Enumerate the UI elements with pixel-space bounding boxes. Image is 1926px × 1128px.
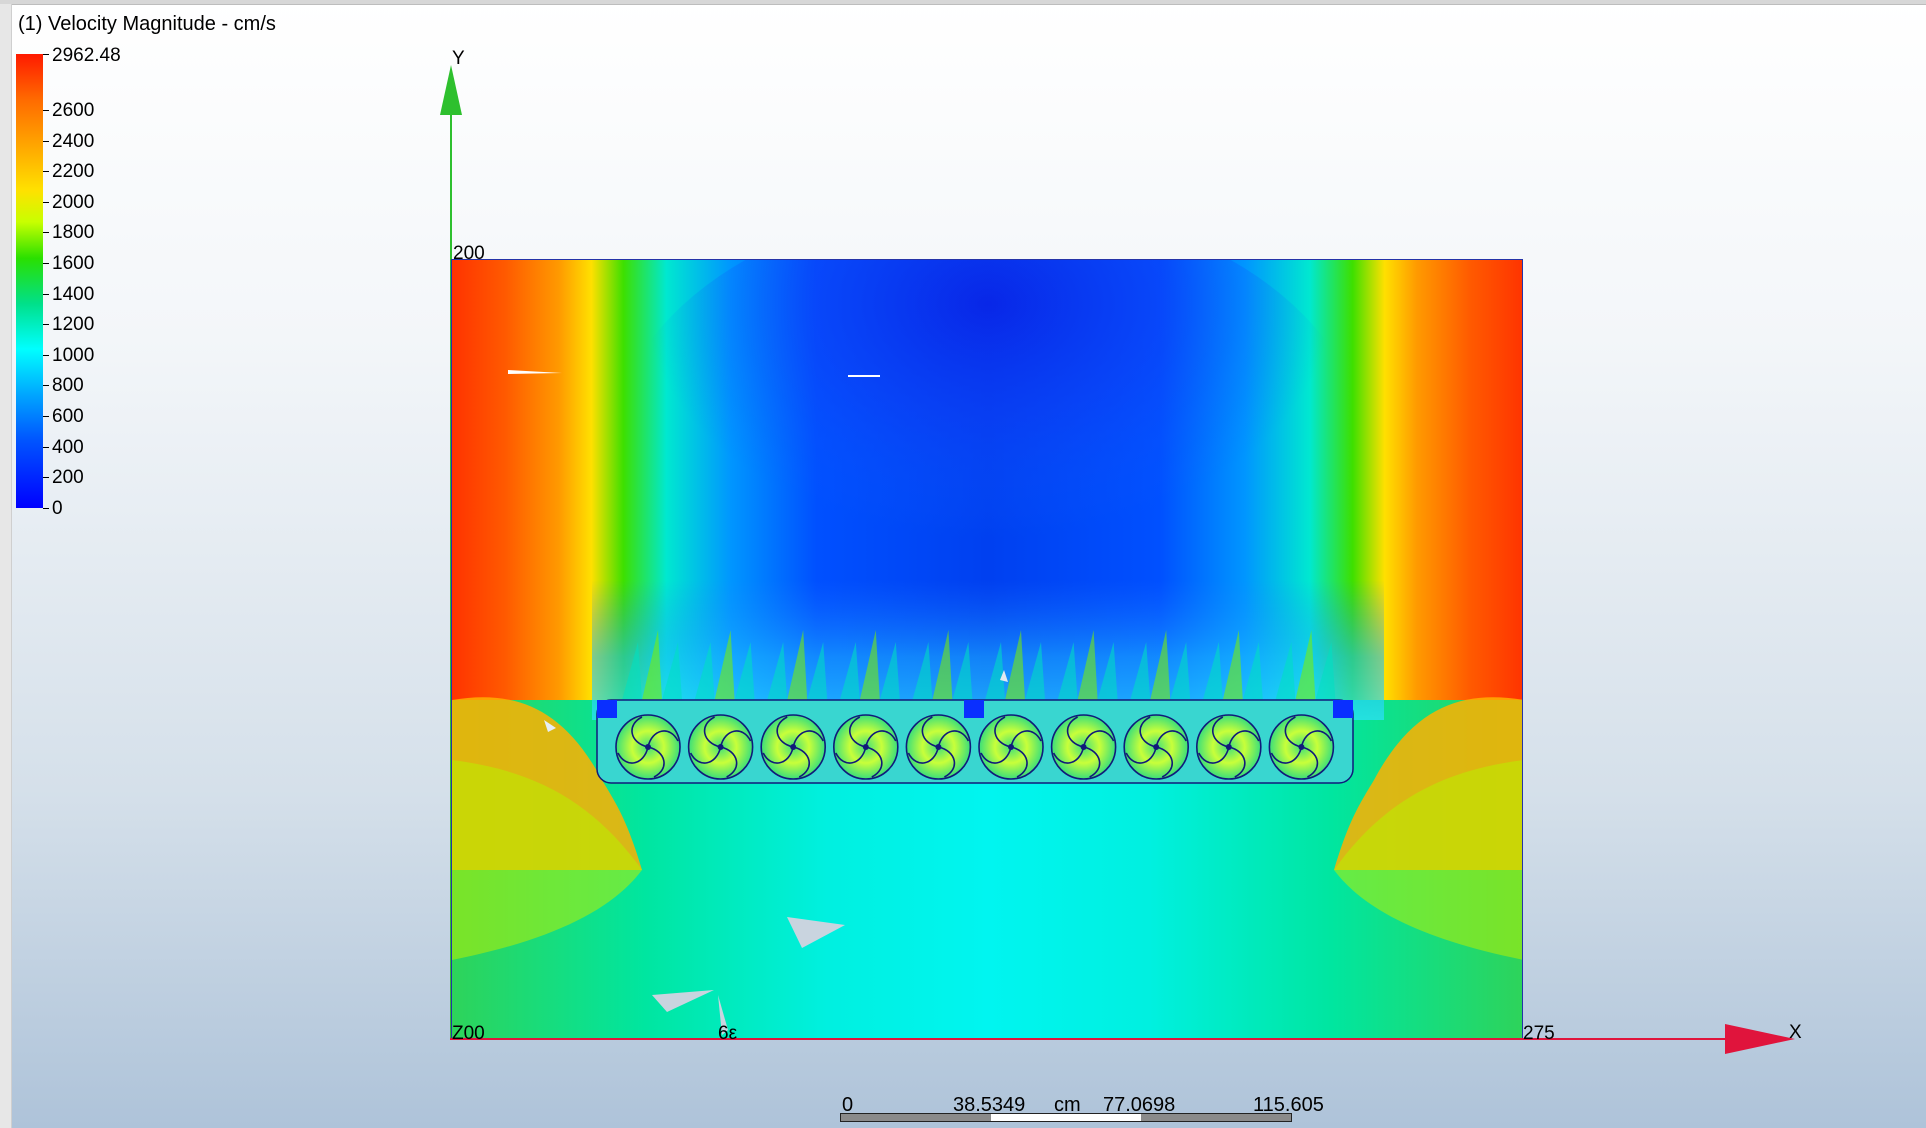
scale-label-2: 77.0698 [1103, 1094, 1176, 1116]
legend-label: 600 [52, 406, 84, 427]
window-top-border [0, 0, 1926, 5]
rotor [1123, 714, 1190, 780]
x-axis [450, 1024, 1795, 1054]
rotor [687, 714, 754, 780]
legend-tick [43, 171, 49, 173]
scale-unit-label: cm [1054, 1094, 1081, 1116]
rotor [760, 714, 827, 780]
legend-label: 1800 [52, 222, 95, 244]
legend-tick [43, 385, 49, 387]
x-axis-right-tick: 275 [1523, 1023, 1555, 1044]
rotor [978, 714, 1044, 780]
legend-tick [43, 263, 49, 264]
color-legend-bar [16, 54, 43, 508]
legend-tick [43, 201, 49, 203]
legend-tick [43, 293, 49, 295]
legend-label: 1600 [52, 253, 95, 274]
rotor [905, 714, 972, 780]
y-axis-label: Y [452, 48, 465, 69]
legend-max-label: 2962.48 [52, 45, 121, 66]
rotor [1268, 714, 1335, 780]
legend-label: 800 [52, 375, 84, 397]
legend-label: 400 [52, 436, 84, 458]
legend-tick [43, 54, 49, 55]
legend-tick [43, 354, 49, 356]
rotor [615, 714, 681, 780]
scale-label-0: 0 [842, 1094, 854, 1116]
x-axis-mid-tick: 6ε [718, 1023, 738, 1044]
legend-label: 2000 [52, 191, 95, 213]
velocity-contour-plot[interactable] [451, 259, 1523, 1039]
rotor [832, 714, 899, 780]
legend-tick [43, 477, 49, 479]
legend-tick [43, 324, 49, 326]
legend-label: 2200 [52, 161, 95, 183]
legend-tick [43, 446, 49, 448]
x-axis-label: X [1789, 1022, 1802, 1043]
legend-tick [43, 232, 49, 234]
scale-label-1: 38.5349 [953, 1094, 1026, 1116]
scale-bar [840, 1113, 1292, 1122]
rotor [1050, 714, 1117, 780]
legend-label: 2400 [52, 130, 95, 152]
legend-label: 1200 [52, 314, 95, 336]
legend-label: 1000 [52, 344, 95, 366]
legend-label: 200 [52, 467, 84, 489]
rotor [1195, 714, 1262, 780]
scale-label-3: 115.605 [1253, 1094, 1324, 1116]
legend-label: 2600 [52, 100, 95, 121]
plot-title: (1) Velocity Magnitude - cm/s [18, 13, 276, 35]
legend-tick [43, 416, 49, 417]
legend-tick [43, 140, 49, 142]
legend-label: 1400 [52, 283, 95, 305]
origin-tick: Z00 [452, 1023, 485, 1044]
window-left-border [0, 4, 12, 1128]
legend-label: 0 [52, 497, 63, 519]
legend-tick [43, 507, 49, 509]
legend-tick [43, 110, 49, 111]
